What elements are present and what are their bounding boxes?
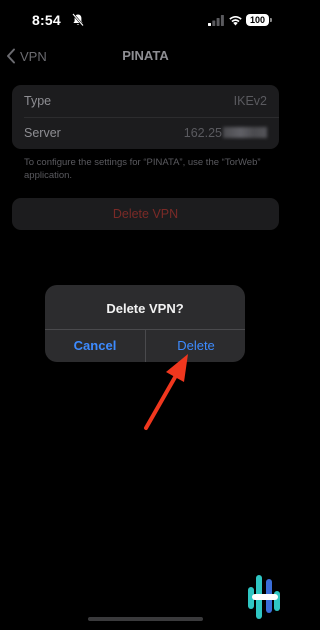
status-time: 8:54 [32,12,61,28]
page-title: PINATA [122,48,169,63]
delete-vpn-button[interactable]: Delete VPN [12,198,279,230]
bell-slash-icon [72,13,84,27]
cancel-button[interactable]: Cancel [45,330,145,362]
type-value: IKEv2 [233,94,267,108]
type-label: Type [24,94,52,108]
wifi-icon [229,15,242,26]
config-note: To configure the settings for “PINATA”, … [24,157,261,181]
vpn-details-card: Type IKEv2 Server 162.25 [12,85,279,149]
type-row: Type IKEv2 [12,85,279,117]
battery-icon: 100 [246,14,272,26]
status-bar: 8:54 100 [0,0,291,44]
home-indicator [88,617,203,621]
signal-icon [208,15,224,26]
alert-title: Delete VPN? [106,301,184,316]
server-value: 162.25 [184,126,267,140]
server-label: Server [24,126,61,140]
server-row: Server 162.25 [12,117,279,149]
server-value-text: 162.25 [183,126,222,140]
redacted-blur [223,127,267,138]
brand-logo-icon [248,575,280,619]
annotation-arrow-icon [144,354,188,430]
